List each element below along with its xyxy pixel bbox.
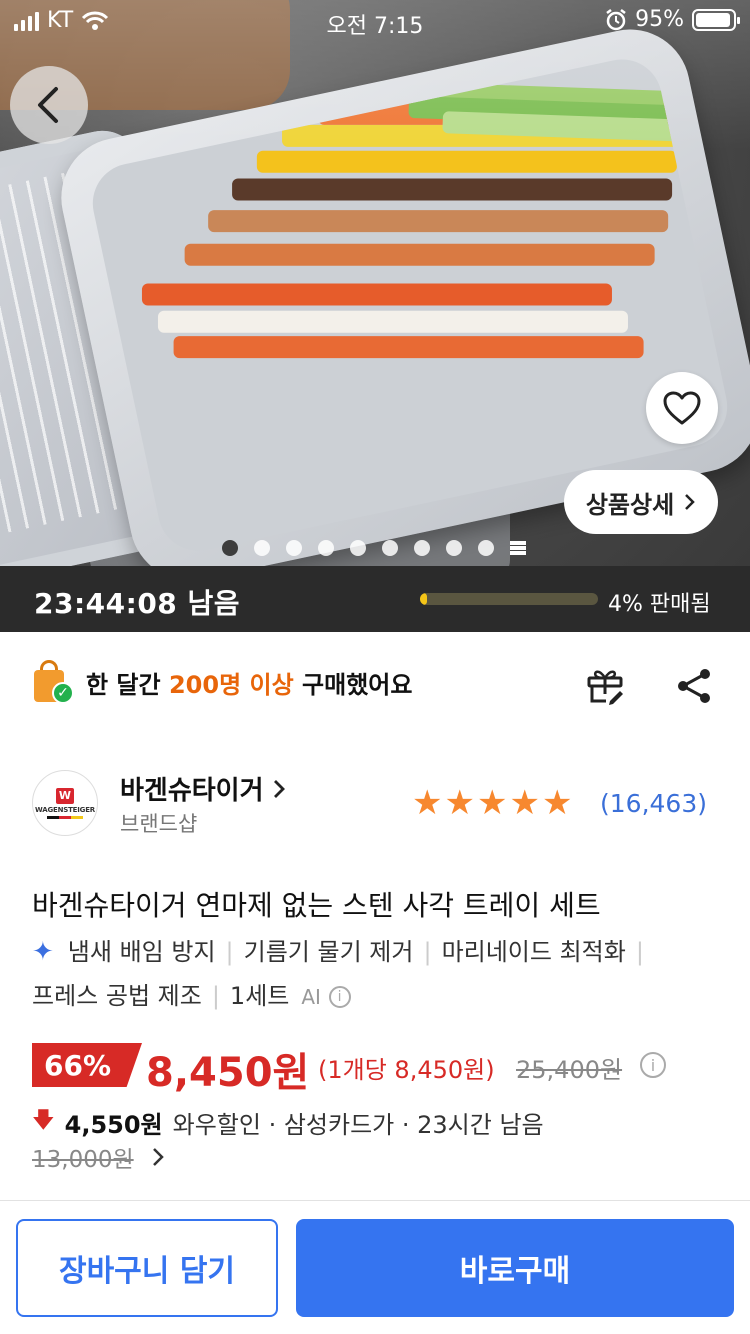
deal-timer-bar: 23:44:08 남음 4% 판매됨 <box>0 566 750 632</box>
sold-progress <box>420 593 598 605</box>
back-button[interactable] <box>10 66 88 144</box>
sold-percent: 4% 판매됨 <box>608 592 711 617</box>
product-title: 바겐슈타이거 연마제 없는 스텐 사각 트레이 세트 <box>32 889 601 922</box>
down-arrow-icon: 🡇 <box>32 1108 55 1133</box>
pager-dot[interactable] <box>446 540 462 556</box>
chevron-right-icon <box>685 494 695 510</box>
image-pager[interactable] <box>222 540 526 556</box>
seller-type: 브랜드샵 <box>120 812 198 836</box>
wow-original-link[interactable]: 13,000원 <box>32 1140 164 1174</box>
divider: | <box>423 938 432 966</box>
rating-stars[interactable]: ★ ★ ★ ★ ★ <box>412 786 572 820</box>
proof-suffix: 구매했어요 <box>302 670 413 699</box>
unit-price: (1개당 8,450원) <box>318 1056 495 1084</box>
info-icon[interactable]: i <box>640 1052 666 1078</box>
pager-more-icon[interactable] <box>510 541 526 555</box>
heart-icon <box>663 391 701 425</box>
review-count[interactable]: (16,463) <box>600 789 707 818</box>
star-icon: ★ <box>476 783 508 823</box>
pager-dot[interactable] <box>382 540 398 556</box>
product-detail-label: 상품상세 <box>585 490 675 519</box>
status-bar: KT 오전 7:15 95% <box>0 0 750 40</box>
wow-discount: 🡇 4,550원 와우할인 · 삼성카드가 · 23시간 남음 <box>32 1103 544 1141</box>
attribute: 1세트 <box>229 982 290 1010</box>
seller-name: 바겐슈타이거 <box>120 776 264 806</box>
seller-name-link[interactable]: 바겐슈타이거 <box>120 770 286 807</box>
product-detail-button[interactable]: 상품상세 <box>564 470 718 534</box>
alarm-icon <box>606 8 626 30</box>
chevron-left-icon <box>38 87 58 123</box>
flag-stripes <box>47 815 83 819</box>
wow-original-price: 13,000원 <box>32 1147 134 1173</box>
wishlist-button[interactable] <box>646 372 718 444</box>
pager-dot[interactable] <box>254 540 270 556</box>
wow-amount: 4,550원 <box>64 1110 163 1139</box>
ai-label: AI <box>301 985 321 1009</box>
attribute: 냄새 배임 방지 <box>67 938 216 966</box>
attribute: 마리네이드 최적화 <box>441 938 626 966</box>
divider: | <box>635 938 644 966</box>
star-icon: ★ <box>412 783 443 823</box>
seller-logo-mark: W <box>56 787 74 804</box>
sparkle-icon: ✦ <box>32 937 54 967</box>
add-to-cart-button[interactable]: 장바구니 담기 <box>16 1219 278 1317</box>
pager-dot[interactable] <box>286 540 302 556</box>
chevron-right-icon <box>273 779 285 798</box>
shopping-bag-check-icon: ✓ <box>34 660 74 704</box>
seller-logo-text: WAGENSTEIGER <box>35 805 95 814</box>
divider: | <box>211 982 220 1010</box>
gift-icon[interactable] <box>584 664 626 706</box>
seller-logo[interactable]: W WAGENSTEIGER <box>32 770 98 836</box>
proof-highlight: 200명 이상 <box>168 670 294 699</box>
pager-dot[interactable] <box>350 540 366 556</box>
buy-now-button[interactable]: 바로구매 <box>296 1219 734 1317</box>
attribute: 기름기 물기 제거 <box>243 938 414 966</box>
purchase-proof: ✓ 한 달간 200명 이상 구매했어요 <box>34 660 412 704</box>
sale-price: 8,450원 <box>146 1050 310 1096</box>
battery-icon <box>692 8 740 31</box>
wow-description: 와우할인 · 삼성카드가 · 23시간 남음 <box>172 1110 544 1139</box>
share-icon[interactable] <box>674 666 714 706</box>
time-remaining: 23:44:08 남음 <box>34 587 241 620</box>
chevron-right-icon <box>152 1148 164 1166</box>
discount-badge: 66% <box>32 1043 142 1087</box>
divider: | <box>225 938 234 966</box>
battery-percent: 95% <box>635 7 684 32</box>
attribute: 프레스 공법 제조 <box>32 982 202 1010</box>
product-attributes: ✦ 냄새 배임 방지 | 기름기 물기 제거 | 마리네이드 최적화 | 프레스 공법 제조 |… <box>32 930 722 1019</box>
proof-prefix: 한 달간 <box>86 670 161 699</box>
star-icon: ★ <box>444 783 475 823</box>
star-icon: ★ <box>509 783 540 823</box>
pager-dot[interactable] <box>318 540 334 556</box>
original-price: 25,400원 <box>516 1056 623 1084</box>
bottom-action-bar: 장바구니 담기 바로구매 <box>0 1200 750 1334</box>
pager-dot[interactable] <box>222 540 238 556</box>
pager-dot[interactable] <box>414 540 430 556</box>
pager-dot[interactable] <box>478 540 494 556</box>
info-icon[interactable]: i <box>328 986 351 1008</box>
star-icon: ★ <box>541 783 573 823</box>
